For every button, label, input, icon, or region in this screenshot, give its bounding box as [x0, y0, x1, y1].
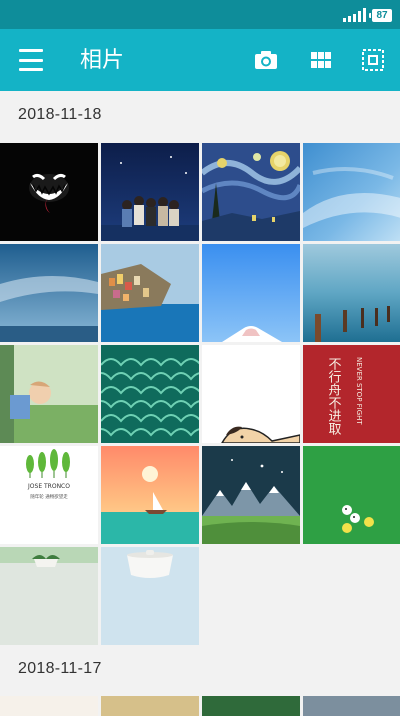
- app-toolbar: 相片: [0, 29, 400, 91]
- photo-thumbnail[interactable]: [303, 143, 400, 241]
- photo-thumbnail[interactable]: [202, 244, 300, 342]
- page-title: 相片: [80, 47, 125, 72]
- grid-view-icon[interactable]: [309, 48, 333, 72]
- battery-level: 87: [376, 9, 388, 21]
- photo-thumbnail[interactable]: JOSE TRONCO 随年轮 通畅欲望走: [0, 446, 98, 544]
- select-mode-icon[interactable]: [361, 48, 385, 72]
- photo-thumbnail[interactable]: 不行舟不进取 NEVER STOP FIGHT: [303, 345, 400, 443]
- signal-icon: [343, 8, 366, 22]
- painting-side-text: NEVER STOP FIGHT: [355, 357, 363, 425]
- photo-thumbnail[interactable]: [101, 547, 199, 645]
- photo-thumbnail[interactable]: [202, 143, 300, 241]
- photo-thumbnail[interactable]: [202, 345, 300, 443]
- status-bar: 87: [0, 0, 400, 29]
- photo-thumbnail[interactable]: [0, 244, 98, 342]
- photo-thumbnail[interactable]: [0, 547, 98, 645]
- jose-subtitle: 随年轮 通畅欲望走: [30, 493, 68, 500]
- photo-grid: [0, 696, 400, 716]
- menu-icon[interactable]: [19, 49, 43, 71]
- jose-title: JOSE TRONCO: [27, 483, 70, 490]
- photo-thumbnail[interactable]: [202, 446, 300, 544]
- photo-thumbnail[interactable]: [303, 696, 400, 716]
- photo-thumbnail[interactable]: [0, 143, 98, 241]
- photo-thumbnail[interactable]: [101, 244, 199, 342]
- section-date: 2018-11-18: [18, 106, 102, 123]
- photo-thumbnail[interactable]: [303, 446, 400, 544]
- photo-thumbnail[interactable]: [101, 143, 199, 241]
- section-date: 2018-11-17: [18, 660, 102, 677]
- battery-icon: 87: [369, 8, 392, 22]
- photo-thumbnail[interactable]: [202, 696, 300, 716]
- photo-thumbnail[interactable]: [101, 696, 199, 716]
- photo-thumbnail[interactable]: [101, 446, 199, 544]
- painting-text: 不行舟不进取: [326, 357, 342, 435]
- photo-thumbnail[interactable]: [101, 345, 199, 443]
- photo-thumbnail[interactable]: [0, 345, 98, 443]
- photo-grid: 不行舟不进取 NEVER STOP FIGHT JOSE TRONCO 随年轮 …: [0, 143, 400, 645]
- photo-thumbnail[interactable]: [303, 244, 400, 342]
- camera-icon[interactable]: [254, 48, 278, 72]
- photo-thumbnail[interactable]: [0, 696, 98, 716]
